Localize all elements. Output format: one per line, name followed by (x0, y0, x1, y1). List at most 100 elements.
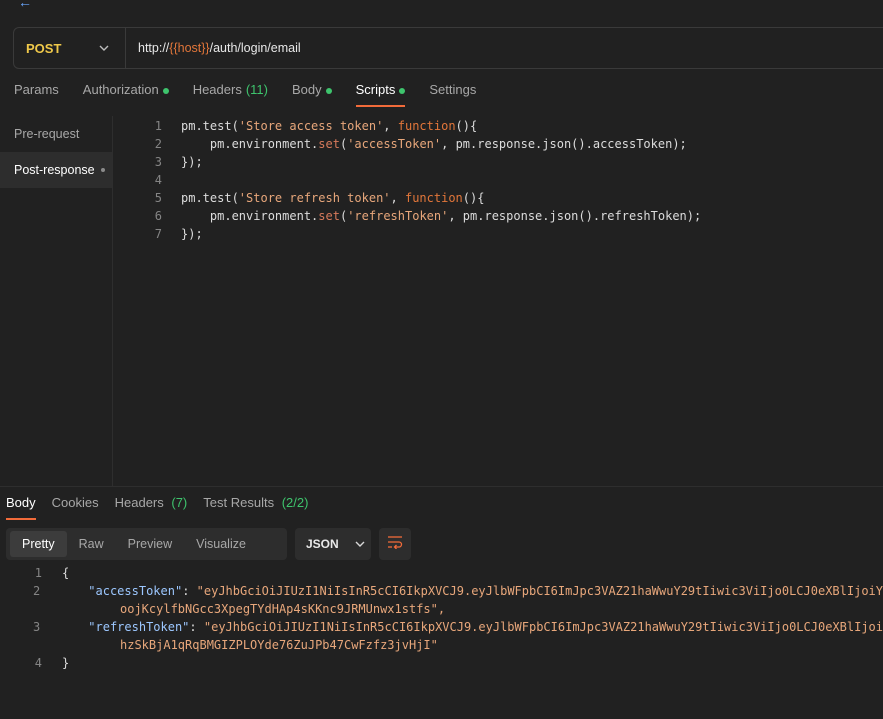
status-dot-icon (399, 88, 406, 94)
line-number: 3 (154, 155, 162, 169)
code-string: 'refreshToken' (347, 209, 449, 223)
code-text: (){ (455, 119, 478, 133)
line-number: 5 (154, 191, 162, 205)
script-nav-label: Pre-request (14, 127, 80, 141)
view-preview-button[interactable]: Preview (116, 531, 184, 557)
tab-label: Body (6, 495, 36, 510)
tab-params[interactable]: Params (14, 82, 59, 106)
code-text: (){ (462, 191, 485, 205)
tab-scripts[interactable]: Scripts (355, 82, 406, 107)
tab-response-body[interactable]: Body (6, 495, 36, 520)
tab-label: Headers (192, 82, 242, 97)
line-number: 7 (154, 227, 162, 241)
tab-authorization[interactable]: Authorization (83, 82, 169, 106)
wrap-lines-icon (387, 535, 403, 554)
url-path: /auth/login/email (209, 41, 301, 55)
view-pretty-button[interactable]: Pretty (10, 531, 67, 557)
view-visualize-button[interactable]: Visualize (184, 531, 258, 557)
code-function: set (318, 209, 340, 223)
json-brace: } (62, 656, 70, 670)
tab-response-cookies[interactable]: Cookies (52, 495, 99, 520)
code-text: pm.test( (181, 119, 239, 133)
code-text: , pm.response.json().accessToken); (441, 137, 687, 151)
format-select[interactable]: JSON (295, 528, 371, 560)
code-line: 1 pm.test('Store access token', function… (113, 117, 883, 135)
response-body[interactable]: 1 { 2 "accessToken": "eyJhbGciOiJIUzI1Ni… (0, 564, 883, 719)
line-number: 4 (34, 656, 42, 670)
json-key: "accessToken" (88, 584, 183, 598)
code-string: 'accessToken' (347, 137, 442, 151)
view-raw-button[interactable]: Raw (67, 531, 116, 557)
url-input[interactable]: http://{{host}}/auth/login/email (126, 41, 301, 55)
tab-count: (2/2) (281, 495, 309, 510)
code-line: 5 pm.test('Store refresh token', functio… (113, 189, 883, 207)
line-number: 3 (33, 620, 41, 634)
code-line: 3 }); (113, 153, 883, 171)
line-number: 1 (154, 119, 162, 133)
code-line: 7 }); (113, 225, 883, 243)
tab-headers[interactable]: Headers (11) (193, 82, 268, 106)
url-prefix: http:// (138, 41, 170, 55)
tab-label: Settings (429, 82, 477, 97)
code-line: 4 (113, 171, 883, 189)
tab-count: (7) (171, 495, 188, 510)
line-number: 6 (154, 209, 162, 223)
json-key: "refreshToken" (88, 620, 190, 634)
tab-label: Params (14, 82, 59, 97)
url-bar: POST http://{{host}}/auth/login/email (13, 27, 883, 69)
tab-settings[interactable]: Settings (429, 82, 476, 106)
line-number: 1 (34, 566, 42, 580)
tab-response-headers[interactable]: Headers (7) (115, 495, 188, 520)
url-variable: {{host}} (169, 41, 210, 55)
line-number: 2 (154, 137, 162, 151)
code-text: }); (181, 155, 203, 169)
tab-label: Scripts (355, 82, 396, 97)
script-editor[interactable]: 1 pm.test('Store access token', function… (113, 116, 883, 486)
wrap-lines-button[interactable] (379, 528, 411, 560)
json-value: oojKcylfbNGcc3XpegTYdHAp4sKKnc9JRMUnwx1s… (120, 602, 446, 616)
panel-divider[interactable] (0, 486, 883, 487)
code-string: 'Store access token' (238, 119, 384, 133)
tab-test-results[interactable]: Test Results (2/2) (203, 495, 308, 520)
script-nav-pre-request[interactable]: Pre-request (0, 116, 112, 152)
line-number: 4 (154, 173, 162, 187)
modified-dot-icon (100, 168, 105, 172)
method-select[interactable]: POST (14, 28, 126, 68)
top-bar-remnant: ← (0, 0, 883, 10)
code-text: , (383, 119, 398, 133)
tab-body[interactable]: Body (292, 82, 332, 106)
code-line: 2 pm.environment.set('accessToken', pm.r… (113, 135, 883, 153)
response-line: 4 } (0, 654, 883, 672)
script-nav-label: Post-response (14, 163, 95, 177)
tab-label: Cookies (51, 495, 99, 510)
tab-label: Headers (114, 495, 164, 510)
tab-label: Test Results (203, 495, 275, 510)
status-dot-icon (162, 88, 169, 94)
code-text: pm.test( (181, 191, 239, 205)
json-brace: { (62, 566, 70, 580)
json-colon: : (189, 620, 204, 634)
response-line: 1 { (0, 564, 883, 582)
code-text: pm.environment. (181, 209, 319, 223)
code-string: 'Store refresh token' (238, 191, 391, 205)
json-value: "eyJhbGciOiJIUzI1NiIsInR5cCI6IkpXVCJ9.ey… (203, 620, 883, 634)
request-tabs: Params Authorization Headers (11) Body Sc… (14, 82, 500, 107)
back-arrow-icon[interactable]: ← (18, 0, 34, 10)
tab-label: Authorization (82, 82, 159, 97)
response-line: 3 "refreshToken": "eyJhbGciOiJIUzI1NiIsI… (0, 618, 883, 636)
code-function: set (318, 137, 340, 151)
tab-count: (11) (245, 82, 268, 97)
code-text: pm.environment. (181, 137, 319, 151)
status-dot-icon (325, 88, 332, 94)
response-line-wrap: oojKcylfbNGcc3XpegTYdHAp4sKKnc9JRMUnwx1s… (0, 600, 883, 618)
line-number: 2 (33, 584, 41, 598)
tab-label: Body (291, 82, 322, 97)
response-tabs: Body Cookies Headers (7) Test Results (2… (6, 495, 324, 520)
json-value: hzSkBjA1qRqBMGIZPLOYde76ZuJPb47CwFzfz3jv… (120, 638, 438, 652)
code-line: 6 pm.environment.set('refreshToken', pm.… (113, 207, 883, 225)
code-text: , (390, 191, 405, 205)
code-keyword: function (397, 119, 456, 133)
response-line-wrap: hzSkBjA1qRqBMGIZPLOYde76ZuJPb47CwFzfz3jv… (0, 636, 883, 654)
chevron-down-icon (355, 538, 365, 550)
script-nav-post-response[interactable]: Post-response (0, 152, 112, 188)
